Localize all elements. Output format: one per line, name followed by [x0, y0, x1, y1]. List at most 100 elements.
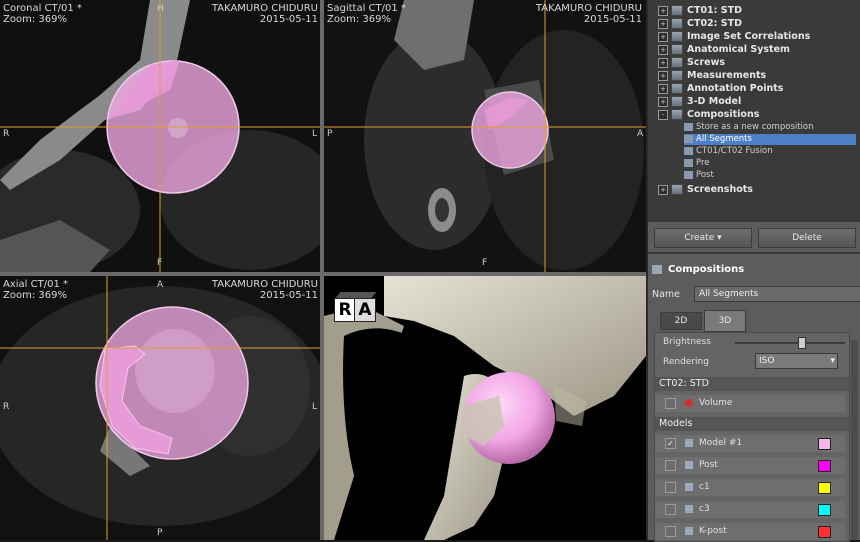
tree-item-image-set-correlations[interactable]: + Image Set Correlations: [658, 30, 810, 43]
model-row[interactable]: c1: [655, 479, 845, 496]
model-color-swatch[interactable]: [818, 438, 831, 450]
orientation-cube[interactable]: R A: [334, 292, 377, 322]
model-icon: [685, 461, 693, 469]
viewport-splitter-horizontal[interactable]: [0, 272, 646, 276]
tree-item-screws[interactable]: + Screws: [658, 56, 725, 69]
brightness-slider[interactable]: [735, 342, 845, 344]
model-visibility-checkbox[interactable]: [665, 460, 676, 471]
model-color-swatch[interactable]: [818, 482, 831, 494]
tree-subitem-store-composition[interactable]: Store as a new composition: [684, 122, 814, 133]
screw-icon: [671, 57, 683, 68]
volume-label: Volume: [699, 398, 733, 408]
annotation-point-icon: [671, 83, 683, 94]
expand-toggle[interactable]: +: [658, 83, 668, 94]
ruler-icon: [671, 70, 683, 81]
create-dropdown-button[interactable]: Create ▾: [654, 228, 752, 248]
tree-item-label: Anatomical System: [687, 44, 790, 55]
brightness-label: Brightness: [663, 337, 711, 347]
tree-subitem-pre[interactable]: Pre: [684, 158, 710, 169]
expand-toggle[interactable]: +: [658, 18, 668, 29]
tree-item-annotation-points[interactable]: + Annotation Points: [658, 82, 783, 95]
composition-icon: [671, 109, 683, 120]
model-icon: [685, 483, 693, 491]
composition-icon: [684, 170, 693, 179]
study-date: 2015-05-11: [259, 14, 318, 25]
expand-toggle[interactable]: +: [658, 44, 668, 55]
panel-scrollbar[interactable]: [851, 340, 858, 540]
tree-item-measurements[interactable]: + Measurements: [658, 69, 766, 82]
tree-item-ct02[interactable]: + CT02: STD: [658, 17, 742, 30]
model-color-swatch[interactable]: [818, 460, 831, 472]
patient-name: TAKAMURO CHIDURU: [211, 279, 318, 290]
model3d-viewport[interactable]: R A: [324, 276, 646, 540]
crosshair-icon: [671, 44, 683, 55]
subitem-label: Store as a new composition: [696, 122, 814, 132]
model-color-swatch[interactable]: [818, 504, 831, 516]
tree-item-label: Screws: [687, 57, 726, 68]
rendering-select[interactable]: ISO ▾: [755, 353, 838, 369]
tab-3d[interactable]: 3D: [704, 310, 746, 332]
tree-item-compositions[interactable]: - Compositions: [658, 108, 759, 121]
store-icon: [684, 122, 693, 131]
tree-subitem-post[interactable]: Post: [684, 170, 714, 181]
tree-item-3d-model[interactable]: +3-D Model: [658, 95, 741, 108]
tab-label: 2D: [674, 316, 688, 326]
model-visibility-checkbox[interactable]: ✓: [665, 438, 676, 449]
model-visibility-checkbox[interactable]: [665, 526, 676, 537]
collapse-toggle[interactable]: -: [658, 109, 668, 120]
zoom-readout: Zoom: 369%: [327, 14, 391, 25]
study-date: 2015-05-11: [259, 290, 318, 301]
model-row[interactable]: ✓ Model #1: [655, 435, 845, 452]
expand-toggle[interactable]: +: [658, 184, 668, 195]
ct-volume-icon: [671, 18, 683, 29]
orientation-bottom: F: [157, 258, 163, 268]
model-3d-icon: [671, 96, 683, 107]
model-visibility-checkbox[interactable]: [665, 504, 676, 515]
tree-item-ct01[interactable]: + CT01: STD: [658, 4, 742, 17]
tree-item-screenshots[interactable]: + Screenshots: [658, 183, 753, 196]
composition-name-input[interactable]: [694, 286, 860, 302]
volume-row[interactable]: Volume: [655, 395, 845, 412]
delete-button[interactable]: Delete: [758, 228, 856, 248]
model-row[interactable]: c3: [655, 501, 845, 518]
sagittal-ct-image: [324, 0, 646, 272]
expand-toggle[interactable]: +: [658, 57, 668, 68]
tree-subitem-fusion[interactable]: CT01/CT02 Fusion: [684, 146, 773, 157]
tree-item-label: Image Set Correlations: [687, 31, 811, 42]
tab-label: 3D: [718, 316, 732, 326]
volume-icon: [685, 399, 693, 407]
model-row[interactable]: Post: [655, 457, 845, 474]
tree-subitem-all-segments[interactable]: All Segments: [684, 134, 856, 145]
orientation-top: A: [157, 280, 164, 290]
rendering-label: Rendering: [663, 357, 709, 367]
model-icon: [685, 505, 693, 513]
study-date: 2015-05-11: [583, 14, 642, 25]
create-label: Create: [684, 233, 715, 243]
model-row[interactable]: K-post: [655, 523, 845, 540]
section-divider: [648, 252, 860, 254]
patient-name: TAKAMURO CHIDURU: [535, 3, 642, 14]
model-visibility-checkbox[interactable]: [665, 482, 676, 493]
tree-item-anatomical-system[interactable]: + Anatomical System: [658, 43, 790, 56]
coronal-ct-image: [0, 0, 320, 272]
expand-toggle[interactable]: +: [658, 5, 668, 16]
chevron-down-icon: ▾: [717, 233, 722, 243]
viewport-splitter-vertical[interactable]: [320, 0, 324, 540]
volume-checkbox[interactable]: [665, 398, 676, 409]
expand-toggle[interactable]: +: [658, 31, 668, 42]
sagittal-viewport[interactable]: Sagittal CT/01 * Zoom: 369% TAKAMURO CHI…: [324, 0, 646, 272]
expand-toggle[interactable]: +: [658, 96, 668, 107]
name-label: Name: [652, 289, 681, 300]
orientation-left: R: [3, 129, 10, 139]
coronal-viewport[interactable]: Coronal CT/01 * Zoom: 369% TAKAMURO CHID…: [0, 0, 320, 272]
object-tree: + CT01: STD + CT02: STD + Image Set Correla…: [648, 0, 860, 222]
orientation-right: L: [312, 402, 318, 412]
expand-toggle[interactable]: +: [658, 70, 668, 81]
model-icon: [685, 527, 693, 535]
axial-viewport[interactable]: Axial CT/01 * Zoom: 369% TAKAMURO CHIDUR…: [0, 276, 320, 540]
subitem-label: Pre: [696, 158, 710, 168]
model-color-swatch[interactable]: [818, 526, 831, 538]
model-label: K-post: [699, 526, 727, 536]
tab-2d[interactable]: 2D: [660, 312, 702, 330]
brightness-slider-thumb[interactable]: [798, 337, 806, 349]
